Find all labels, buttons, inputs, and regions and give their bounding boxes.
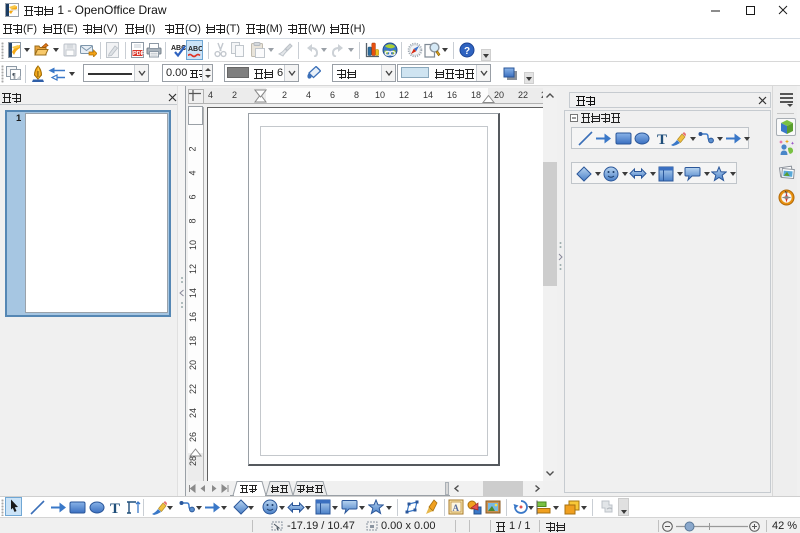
svg-text:?: ? xyxy=(464,46,470,57)
svg-text:PDF: PDF xyxy=(133,51,144,57)
svg-text:A: A xyxy=(453,503,460,513)
svg-text:ABC: ABC xyxy=(188,46,202,53)
svg-text:T: T xyxy=(657,132,667,146)
svg-text:¶: ¶ xyxy=(12,72,16,80)
svg-text:T: T xyxy=(110,501,120,515)
svg-text:N: N xyxy=(785,190,788,195)
